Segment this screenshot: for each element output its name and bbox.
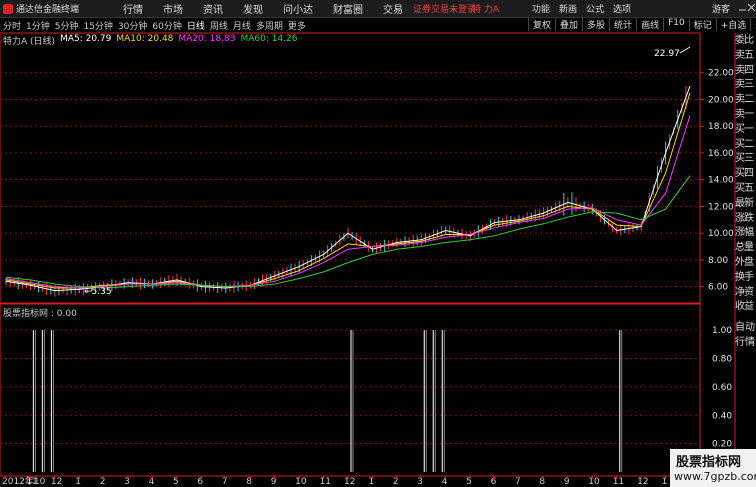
date-tick-label: 12 <box>51 477 62 487</box>
sidebar-item[interactable]: 收益 <box>735 300 756 315</box>
main-pane-frame <box>0 32 701 304</box>
date-tick-label: 3 <box>124 477 130 487</box>
date-tick-label: 1 <box>75 477 81 487</box>
price-tick-label: 8.00 <box>708 256 728 266</box>
high-pointer <box>679 46 691 54</box>
sidebar-item[interactable]: 买一 <box>735 123 756 138</box>
price-tick-label: 16.00 <box>708 149 734 159</box>
auto-button[interactable]: 自动 <box>735 321 755 335</box>
watermark-title: 股票指标网 <box>676 455 742 470</box>
sidebar-item[interactable]: 买二 <box>735 138 756 153</box>
sidebar-item[interactable]: 卖四 <box>735 64 756 79</box>
date-tick-label: 2 <box>393 477 399 487</box>
date-tick-label: 5 <box>466 477 472 487</box>
price-tick-label: 10.00 <box>708 229 734 239</box>
date-tick-label: 12 <box>344 477 355 487</box>
sidebar-item[interactable]: 买四 <box>735 167 756 182</box>
price-tick-label: 22.00 <box>708 69 734 79</box>
price-tick-label: 20.00 <box>708 95 734 105</box>
price-tick-label: 18.00 <box>708 122 734 132</box>
sidebar-item[interactable]: 最新 <box>735 197 756 212</box>
sidebar-item[interactable]: 总量 <box>735 241 756 256</box>
indicator-tick-label: 0.40 <box>712 411 732 421</box>
sidebar-item[interactable]: 卖一 <box>735 108 756 123</box>
sidebar-item[interactable]: 买五 <box>735 182 756 197</box>
price-tick-label: 14.00 <box>708 176 734 186</box>
date-tick-label: 11 <box>26 477 37 487</box>
date-tick-label: 8 <box>246 477 252 487</box>
date-tick-label: 6 <box>491 477 497 487</box>
sidebar-item[interactable]: 外盘 <box>735 256 756 271</box>
high-price-label: 22.97 <box>654 49 680 59</box>
indicator-tick-label: 0.80 <box>712 355 732 365</box>
sidebar-item[interactable]: 涨幅 <box>735 226 756 241</box>
date-tick-label: 7 <box>515 477 521 487</box>
date-tick-label: 6 <box>197 477 203 487</box>
watermark-url: www.7gpzb.com <box>674 470 756 483</box>
indicator-tick-label: 1.00 <box>712 326 732 336</box>
date-tick-label: 2012年10 <box>2 475 46 487</box>
sidebar-item[interactable]: 涨跌 <box>735 212 756 227</box>
date-tick-label: 2 <box>100 477 106 487</box>
date-tick-label: 1 <box>662 477 668 487</box>
sidebar-item[interactable]: 净资 <box>735 286 756 301</box>
date-tick-label: 1 <box>368 477 374 487</box>
date-tick-label: 12 <box>637 477 648 487</box>
kline-chart[interactable]: 22.0020.0018.0016.0014.0012.0010.008.006… <box>0 0 756 487</box>
date-tick-label: 11 <box>613 477 624 487</box>
quote-button[interactable]: 行情 <box>735 336 755 350</box>
sidebar-item[interactable]: 换手 <box>735 271 756 286</box>
date-tick-label: 3 <box>417 477 423 487</box>
sidebar-item[interactable]: 卖三 <box>735 78 756 93</box>
site-watermark: 股票指标网 www.7gpzb.com <box>670 449 756 487</box>
sidebar-item[interactable]: 委比 <box>735 34 756 49</box>
quote-sidebar: 委比 卖五 卖四 卖三 卖二 卖一 买一 买二 买三 买四 买五 最新 涨跌 涨幅 总量 外盘 换手 净资 收益 <box>735 34 756 315</box>
low-price-label: ←5.35 <box>84 287 112 297</box>
date-tick-label: 10 <box>588 477 600 487</box>
price-tick-label: 12.00 <box>708 202 734 212</box>
date-tick-label: 11 <box>320 477 331 487</box>
date-tick-label: 9 <box>564 477 570 487</box>
sidebar-item[interactable]: 卖五 <box>735 49 756 64</box>
date-tick-label: 7 <box>222 477 228 487</box>
ma5-line <box>5 85 691 292</box>
date-tick-label: 9 <box>271 477 277 487</box>
sidebar-item[interactable]: 买三 <box>735 152 756 167</box>
indicator-tick-label: 0.60 <box>712 383 732 393</box>
date-tick-label: 4 <box>442 477 448 487</box>
ma10-line <box>5 92 691 289</box>
date-tick-label: 4 <box>149 477 155 487</box>
date-tick-label: 5 <box>173 477 179 487</box>
sidebar-item[interactable]: 卖二 <box>735 93 756 108</box>
date-tick-label: 10 <box>295 477 307 487</box>
date-tick-label: 8 <box>539 477 545 487</box>
price-tick-label: 6.00 <box>708 283 728 293</box>
